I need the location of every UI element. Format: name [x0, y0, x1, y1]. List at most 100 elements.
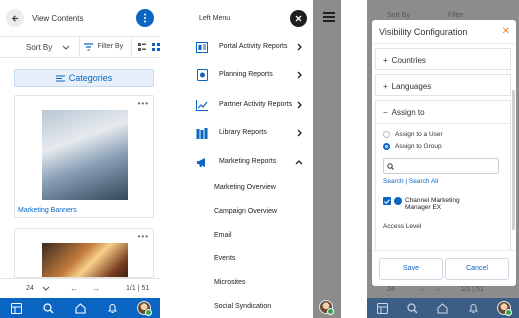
checkbox-checked[interactable] — [383, 197, 391, 205]
categories-label: Categories — [68, 73, 113, 83]
modal-footer: Save Cancel — [372, 250, 516, 286]
megaphone-icon — [195, 156, 209, 168]
filter-icon — [84, 43, 94, 51]
left-menu-drawer: Left Menu Portal Activity Reports Planni… — [187, 0, 313, 318]
assign-to-accordion: − Assign to Assign to a User Assign to Gr… — [375, 100, 511, 250]
content-card[interactable]: ••• Marketing Banners — [14, 95, 154, 218]
view-contents-screen: View Contents Sort By Filter By Categori… — [0, 0, 160, 318]
card-title[interactable]: Marketing Banners — [18, 207, 77, 214]
card-thumbnail — [42, 243, 128, 277]
chevron-right-icon — [293, 101, 305, 109]
bg-sort-label: Sort By — [387, 11, 410, 19]
profile-avatar[interactable] — [319, 300, 334, 315]
grid-view-icon[interactable] — [152, 43, 160, 51]
assign-user-radio[interactable]: Assign to a User — [376, 128, 510, 140]
card-more-icon[interactable]: ••• — [138, 232, 149, 241]
menu-item-portal-activity-reports[interactable]: Portal Activity Reports — [187, 38, 313, 56]
dashboard-icon[interactable] — [375, 301, 389, 315]
chevron-right-icon — [293, 71, 305, 79]
countries-label: Countries — [391, 55, 426, 65]
submenu-social-syndication[interactable]: Social Syndication — [214, 303, 271, 310]
menu-item-library-reports[interactable]: Library Reports — [187, 124, 313, 142]
report-icon — [195, 41, 209, 53]
close-icon — [295, 15, 302, 21]
minus-icon: − — [383, 107, 388, 117]
assign-group-radio[interactable]: Assign to Group — [376, 140, 510, 152]
radio-checked[interactable] — [383, 142, 390, 150]
filter-button[interactable]: Filter By — [79, 37, 131, 57]
cancel-button[interactable]: Cancel — [445, 257, 509, 280]
modal-header: Visibility Configuration ✕ — [372, 20, 516, 44]
next-page-icon[interactable]: → — [92, 284, 100, 293]
group-icon — [394, 197, 402, 205]
hamburger-icon[interactable] — [323, 12, 335, 22]
toolbar: Sort By Filter By — [0, 36, 160, 58]
list-view-icon[interactable] — [138, 43, 146, 51]
menu-item-partner-activity-reports[interactable]: Partner Activity Reports — [187, 94, 313, 116]
chevron-right-icon — [293, 129, 305, 137]
bottom-nav — [367, 298, 519, 318]
prev-page-icon[interactable]: ← — [70, 284, 78, 293]
more-menu-button[interactable] — [136, 9, 154, 27]
scrollbar[interactable] — [512, 90, 515, 230]
bg-page-size: 24 — [387, 285, 395, 293]
header: View Contents — [0, 0, 160, 36]
search-icon[interactable] — [406, 301, 420, 315]
member-row[interactable]: Channel Marketing Manager EX — [376, 197, 510, 211]
menu-item-planning-reports[interactable]: Planning Reports — [187, 66, 313, 84]
card-thumbnail — [42, 110, 128, 200]
close-icon[interactable]: ✕ — [502, 26, 510, 37]
submenu-campaign-overview[interactable]: Campaign Overview — [214, 208, 277, 215]
profile-avatar[interactable] — [137, 301, 152, 316]
menu-item-label: Planning Reports — [219, 71, 273, 78]
search-icon[interactable] — [41, 301, 55, 315]
home-icon[interactable] — [73, 301, 87, 315]
close-button[interactable] — [290, 9, 307, 27]
content-card[interactable]: ••• — [14, 228, 154, 278]
bg-page-count: 1/1 | 51 — [460, 285, 484, 293]
assign-to-header[interactable]: − Assign to — [376, 101, 510, 123]
page-count: 1/1 | 51 — [126, 285, 150, 292]
back-button[interactable] — [6, 9, 24, 27]
search-links[interactable]: Search | Search All — [376, 178, 510, 185]
countries-accordion[interactable]: + Countries — [375, 48, 511, 70]
planning-icon — [195, 69, 209, 81]
submenu-email[interactable]: Email — [214, 232, 232, 239]
bell-icon[interactable] — [105, 301, 119, 315]
kebab-icon — [144, 13, 146, 23]
radio-unchecked[interactable] — [383, 130, 390, 138]
submenu-marketing-overview[interactable]: Marketing Overview — [214, 184, 276, 191]
home-icon[interactable] — [436, 301, 450, 315]
submenu-microsites[interactable]: Microsites — [214, 279, 246, 286]
assign-to-label: Assign to — [391, 107, 425, 117]
page-size-dropdown[interactable]: 24 — [0, 285, 70, 292]
bell-icon[interactable] — [466, 301, 480, 315]
chart-icon — [195, 99, 209, 111]
card-more-icon[interactable]: ••• — [138, 99, 149, 108]
drawer-overlay[interactable] — [313, 0, 341, 318]
submenu-events[interactable]: Events — [214, 255, 235, 262]
member-label: Channel Marketing Manager EX — [405, 197, 460, 211]
menu-item-label: Portal Activity Reports — [219, 43, 288, 50]
visibility-config-screen: Sort By Filter 24 ← → 1/1 | 51 Visibilit… — [367, 0, 519, 318]
chevron-down-icon — [42, 286, 50, 291]
page-arrows: ← → — [70, 284, 122, 293]
menu-item-label: Partner Activity Reports — [219, 101, 293, 108]
assign-user-label: Assign to a User — [395, 130, 443, 138]
assign-group-label: Assign to Group — [395, 142, 442, 150]
sort-dropdown[interactable]: Sort By — [0, 43, 79, 52]
categories-button[interactable]: Categories — [14, 69, 154, 87]
left-menu-screen: Left Menu Portal Activity Reports Planni… — [187, 0, 341, 318]
profile-avatar[interactable] — [496, 301, 512, 316]
page-size-value: 24 — [26, 285, 34, 292]
menu-item-marketing-reports[interactable]: Marketing Reports — [187, 153, 313, 171]
sort-label: Sort By — [26, 42, 53, 52]
view-toggle[interactable] — [131, 37, 160, 57]
access-level-label: Access Level — [383, 223, 422, 230]
pagination-bar: 24 ← → 1/1 | 51 — [0, 278, 160, 298]
dashboard-icon[interactable] — [9, 301, 23, 315]
languages-accordion[interactable]: + Languages — [375, 74, 511, 96]
menu-item-label: Marketing Reports — [219, 158, 277, 165]
save-button[interactable]: Save — [379, 257, 443, 280]
search-input[interactable] — [383, 158, 499, 174]
